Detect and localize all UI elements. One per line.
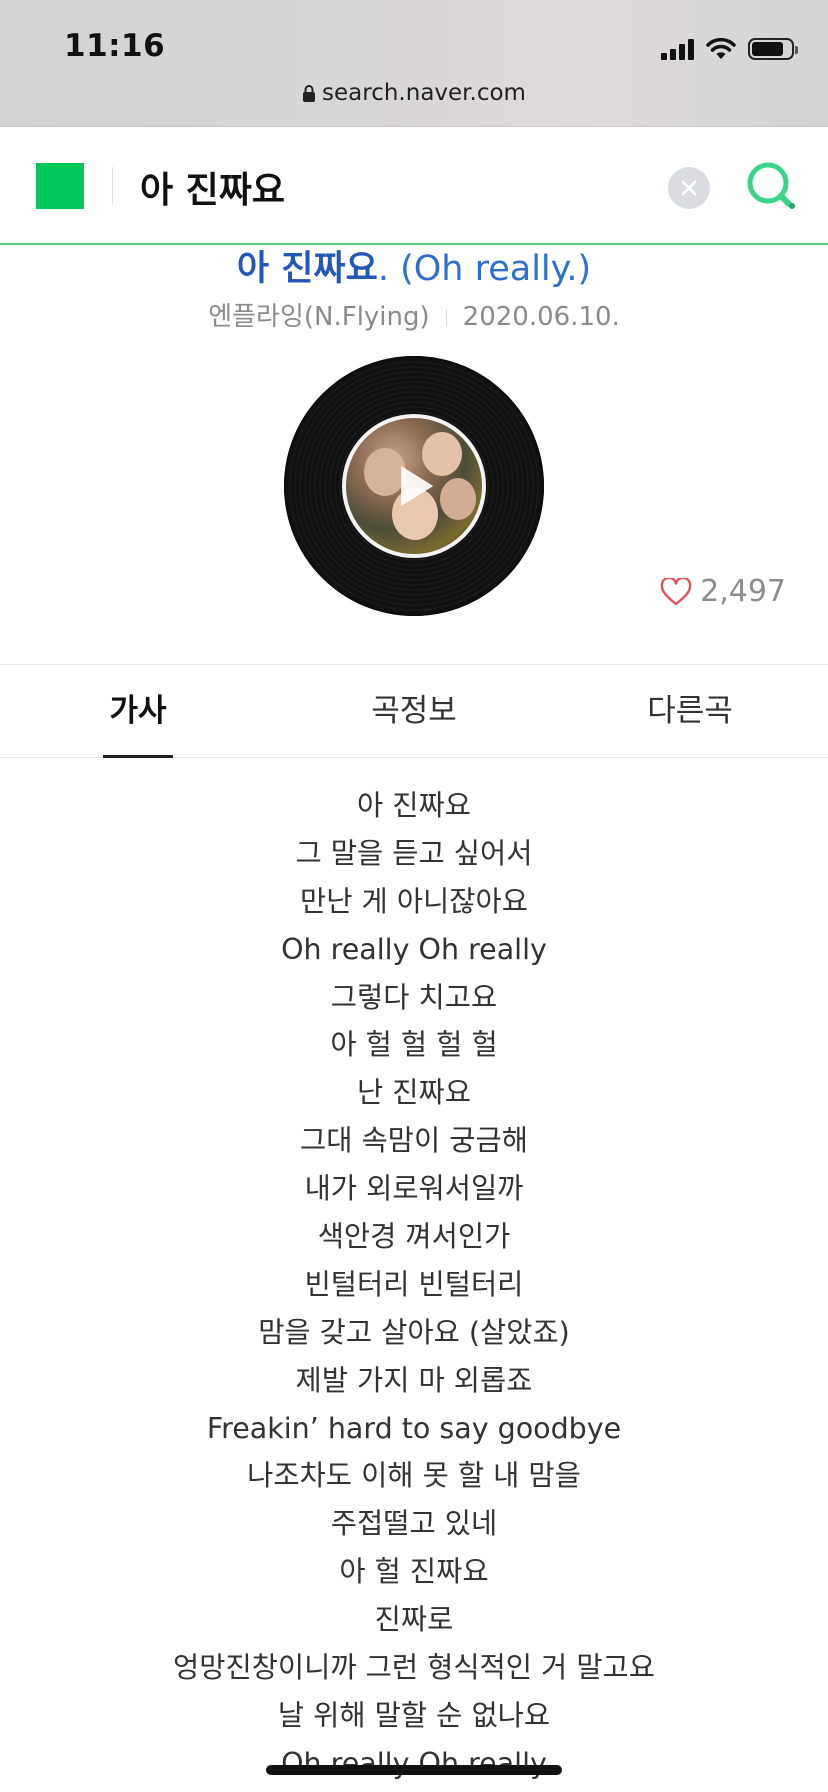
- naver-n-icon: [36, 163, 84, 209]
- clear-search-button[interactable]: [668, 167, 710, 209]
- lyric-line: 아 헐 헐 헐 헐: [330, 1028, 498, 1062]
- address-bar[interactable]: search.naver.com: [0, 80, 828, 106]
- release-date: 2020.06.10.: [462, 302, 620, 332]
- lyric-line: 색안경 껴서인가: [317, 1220, 511, 1254]
- heart-icon: [660, 577, 692, 605]
- lyric-line: 나조차도 이해 못 할 내 맘을: [247, 1459, 581, 1493]
- song-title-english: . (Oh really.): [377, 249, 592, 289]
- naver-logo[interactable]: [36, 163, 84, 209]
- meta-divider: [445, 309, 447, 327]
- lyric-line: 난 진짜요: [357, 1076, 471, 1110]
- search-input[interactable]: 아 진짜요: [140, 161, 285, 213]
- search-header: 아 진짜요: [0, 127, 828, 245]
- cellular-signal-icon: [661, 38, 694, 60]
- lyric-line: 만난 게 아니잖아요: [300, 884, 528, 918]
- lyric-line: 엉망진창이니까 그런 형식적인 거 말고요: [173, 1651, 655, 1685]
- search-button[interactable]: [742, 155, 802, 215]
- lyric-line: 주접떨고 있네: [330, 1507, 498, 1541]
- lyric-line: Freakin’ hard to say goodbye: [206, 1411, 622, 1445]
- lyric-line: 그 말을 듣고 싶어서: [295, 836, 533, 870]
- lyric-line: 날 위해 말할 순 없나요: [277, 1698, 551, 1732]
- search-icon: [747, 162, 795, 209]
- lyric-line: 아 헐 진짜요: [339, 1555, 489, 1589]
- lyric-line: 그대 속맘이 궁금해: [300, 1124, 528, 1158]
- artist-name[interactable]: 엔플라잉(N.Flying): [208, 302, 429, 332]
- status-time: 11:16: [64, 28, 166, 64]
- content-tabs: 가사 곡정보 다른곡: [0, 664, 828, 758]
- tab-song-info[interactable]: 곡정보: [276, 665, 552, 757]
- lock-icon: [303, 85, 316, 102]
- song-title-korean: 아 진짜요: [236, 249, 378, 289]
- album-vinyl-player[interactable]: [284, 356, 544, 616]
- home-indicator[interactable]: [266, 1765, 562, 1775]
- lyric-line: 빈털터리 빈털터리: [304, 1267, 524, 1301]
- lyric-line: 그렇다 치고요: [330, 980, 498, 1014]
- lyric-line: 맘을 갖고 살아요 (살았죠): [258, 1315, 570, 1349]
- lyric-line: Oh really Oh really: [281, 932, 547, 966]
- lyrics-list: 아 진짜요 그 말을 듣고 싶어서 만난 게 아니잖아요 Oh really O…: [0, 782, 828, 1788]
- lyric-line: 제발 가지 마 외롭죠: [295, 1363, 533, 1397]
- lyric-line: Oh really Oh really: [281, 1746, 547, 1780]
- lyric-line: 내가 외로워서일까: [304, 1172, 524, 1206]
- divider: [112, 167, 113, 205]
- song-meta: 엔플라잉(N.Flying) 2020.06.10.: [0, 296, 828, 333]
- tab-lyrics[interactable]: 가사: [0, 665, 276, 757]
- browser-chrome: 11:16 search.naver.com: [0, 0, 828, 127]
- wifi-icon: [706, 38, 736, 59]
- battery-icon: [748, 38, 798, 60]
- tab-other-songs[interactable]: 다른곡: [552, 665, 828, 757]
- close-icon: [681, 180, 697, 196]
- play-icon[interactable]: [401, 466, 434, 506]
- address-text: search.naver.com: [322, 80, 526, 106]
- like-count: 2,497: [700, 574, 786, 609]
- like-button[interactable]: 2,497: [660, 574, 786, 609]
- lyric-line: 아 진짜요: [357, 789, 471, 822]
- status-icons: [661, 36, 798, 62]
- lyric-line: 진짜로: [374, 1603, 454, 1637]
- song-title[interactable]: 아 진짜요. (Oh really.): [0, 240, 828, 291]
